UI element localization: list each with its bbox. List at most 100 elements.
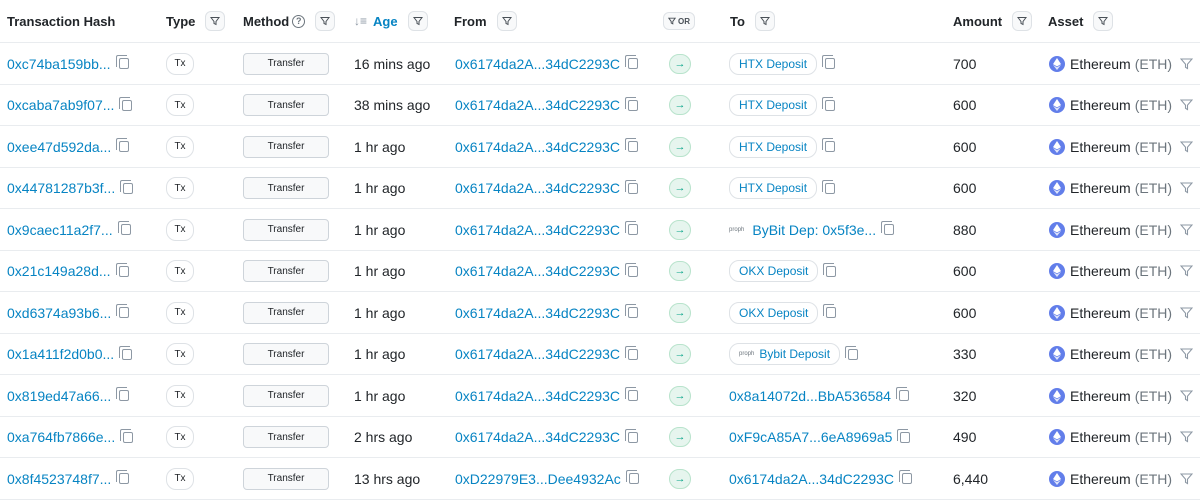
header-age-label[interactable]: Age [373,14,398,29]
to-address[interactable]: ByBit Dep: 0x5f3e... [752,222,876,238]
copy-icon[interactable] [625,55,639,69]
filter-icon[interactable] [1180,348,1194,360]
asset-name[interactable]: Ethereum [1070,429,1131,445]
transaction-hash-link[interactable]: 0x21c149a28d... [7,263,111,279]
transaction-hash-link[interactable]: 0x819ed47a66... [7,388,111,404]
from-address[interactable]: 0x6174da2A...34dC2293C [455,429,620,445]
copy-icon[interactable] [625,345,639,360]
type-filter-button[interactable] [205,11,226,31]
copy-icon[interactable] [120,179,134,194]
filter-icon[interactable] [1180,265,1194,277]
copy-icon[interactable] [897,428,911,443]
asset-name[interactable]: Ethereum [1070,139,1131,155]
copy-icon[interactable] [625,221,639,235]
copy-icon[interactable] [119,345,133,360]
copy-icon[interactable] [845,345,859,360]
filter-icon[interactable] [1180,431,1194,443]
transaction-hash-link[interactable]: 0xd6374a93b6... [7,305,111,321]
asset-filter-button[interactable] [1093,11,1114,31]
transaction-hash-link[interactable]: 0xc74ba159bb... [7,56,111,72]
method-filter-button[interactable] [315,11,336,31]
transaction-hash-link[interactable]: 0x44781287b3f... [7,180,115,196]
to-address-tag[interactable]: HTX Deposit [729,94,818,116]
asset-name[interactable]: Ethereum [1070,180,1131,196]
from-address[interactable]: 0xD22979E3...Dee4932Ac [455,471,621,487]
copy-icon[interactable] [822,179,836,194]
copy-icon[interactable] [625,138,639,152]
to-filter-button[interactable] [754,11,775,31]
age-filter-button[interactable] [407,11,428,31]
from-address[interactable]: 0x6174da2A...34dC2293C [455,388,620,404]
asset-name[interactable]: Ethereum [1070,346,1131,362]
or-filter-button[interactable]: OR [663,12,695,30]
from-address[interactable]: 0x6174da2A...34dC2293C [455,305,620,321]
copy-icon[interactable] [625,387,639,401]
to-address-tag[interactable]: OKX Deposit [729,260,819,282]
question-circle-icon[interactable]: ? [292,14,306,28]
copy-icon[interactable] [625,179,639,194]
amount-filter-button[interactable] [1012,11,1033,31]
copy-icon[interactable] [116,470,130,484]
transaction-hash-link[interactable]: 0x9caec11a2f7... [7,222,113,238]
asset-name[interactable]: Ethereum [1070,388,1131,404]
to-address-tag[interactable]: HTX Deposit [729,135,818,158]
transaction-hash-link[interactable]: 0xee47d592da... [7,139,111,155]
asset-name[interactable]: Ethereum [1070,97,1131,113]
to-address-tag[interactable]: OKX Deposit [729,301,819,324]
asset-name[interactable]: Ethereum [1070,263,1131,279]
filter-icon[interactable] [1180,223,1194,236]
copy-icon[interactable] [899,470,913,484]
to-address[interactable]: 0xF9cA85A7...6eA8969a5 [729,429,892,445]
filter-icon[interactable] [1180,306,1194,319]
from-filter-button[interactable] [496,11,517,31]
copy-icon[interactable] [822,138,836,152]
copy-icon[interactable] [895,387,909,401]
to-address-tag[interactable]: proph Bybit Deposit [729,343,841,365]
copy-icon[interactable] [823,304,837,318]
copy-icon[interactable] [625,470,639,484]
from-address[interactable]: 0x6174da2A...34dC2293C [455,180,620,196]
asset-name[interactable]: Ethereum [1070,471,1131,487]
transaction-hash-link[interactable]: 0x8f4523748f7... [7,471,111,487]
from-address[interactable]: 0x6174da2A...34dC2293C [455,56,620,72]
from-address[interactable]: 0x6174da2A...34dC2293C [455,139,620,155]
sort-descending-icon[interactable]: ↓≡ [354,14,367,28]
copy-icon[interactable] [115,55,129,69]
copy-icon[interactable] [117,221,131,235]
from-address[interactable]: 0x6174da2A...34dC2293C [455,263,620,279]
copy-icon[interactable] [881,221,895,235]
to-address-tag[interactable]: HTX Deposit [729,52,818,75]
filter-icon[interactable] [1180,472,1194,485]
asset-name[interactable]: Ethereum [1070,305,1131,321]
filter-icon[interactable] [1180,389,1194,402]
table-row: 0x21c149a28d... Tx Transfer 1 hr ago 0x6174d… [0,251,1200,292]
filter-icon[interactable] [1180,182,1194,194]
to-address[interactable]: 0x8a14072d...BbA536584 [729,388,891,404]
copy-icon[interactable] [625,428,639,443]
copy-icon[interactable] [625,304,639,318]
filter-icon[interactable] [1180,140,1194,153]
copy-icon[interactable] [822,55,836,69]
copy-icon[interactable] [116,138,130,152]
copy-icon[interactable] [115,262,129,277]
copy-icon[interactable] [119,96,133,111]
from-address[interactable]: 0x6174da2A...34dC2293C [455,222,620,238]
to-address[interactable]: 0x6174da2A...34dC2293C [729,471,894,487]
copy-icon[interactable] [822,96,836,111]
copy-icon[interactable] [625,262,639,277]
copy-icon[interactable] [116,387,130,401]
filter-icon[interactable] [1180,57,1194,70]
from-address[interactable]: 0x6174da2A...34dC2293C [455,346,620,362]
asset-name[interactable]: Ethereum [1070,222,1131,238]
from-address[interactable]: 0x6174da2A...34dC2293C [455,97,620,113]
filter-icon[interactable] [1180,99,1194,111]
to-address-tag[interactable]: HTX Deposit [729,177,818,199]
transaction-hash-link[interactable]: 0x1a411f2d0b0... [7,346,114,362]
copy-icon[interactable] [116,304,130,318]
copy-icon[interactable] [823,262,837,277]
transaction-hash-link[interactable]: 0xcaba7ab9f07... [7,97,114,113]
copy-icon[interactable] [625,96,639,111]
asset-name[interactable]: Ethereum [1070,56,1131,72]
transaction-hash-link[interactable]: 0xa764fb7866e... [7,429,115,445]
copy-icon[interactable] [120,428,134,443]
